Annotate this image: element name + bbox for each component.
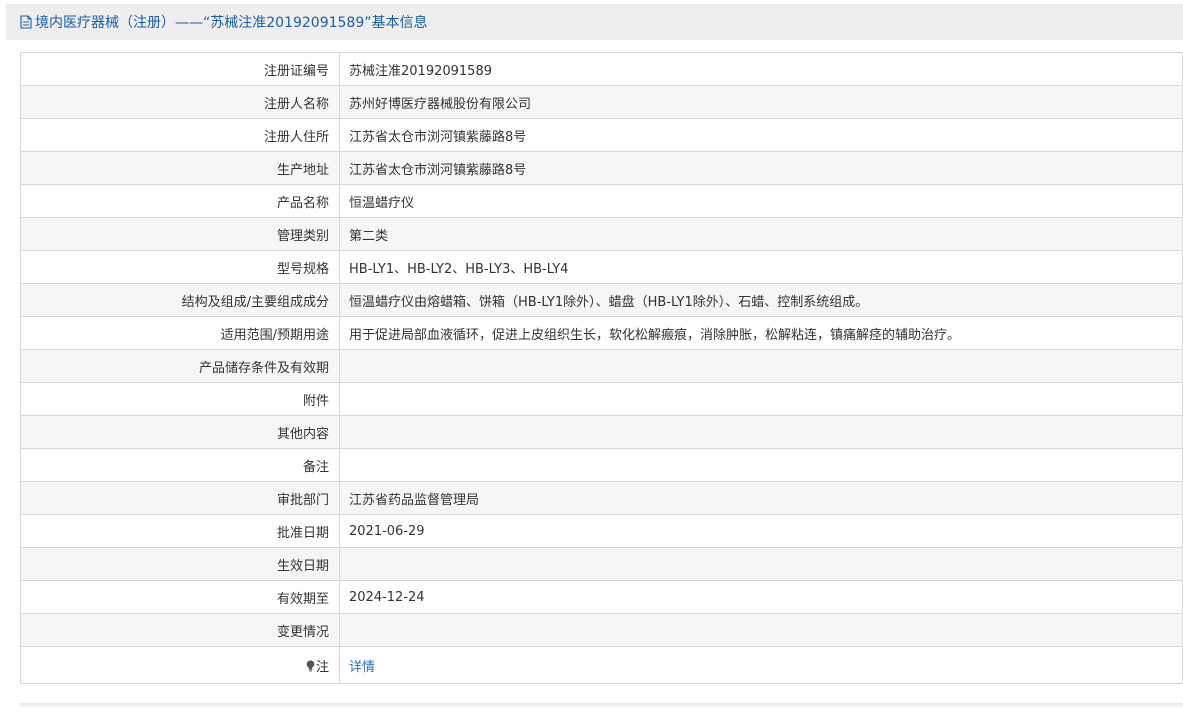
note-label: 注 [315, 659, 329, 675]
table-row: 注册人住所 江苏省太仓市浏河镇紫藤路8号 [20, 118, 1183, 152]
info-table: 注册证编号 苏械注准20192091589 注册人名称 苏州好博医疗器械股份有限公司注… [20, 52, 1183, 684]
field-label: 生效日期 [20, 547, 340, 581]
detail-link[interactable]: 详情 [349, 660, 375, 675]
note-value-cell: 详情 [339, 646, 1183, 684]
field-label: 管理类别 [20, 217, 340, 251]
table-row: 型号规格 HB-LY1、HB-LY2、HB-LY3、HB-LY4 [20, 250, 1183, 284]
note-row: 注 详情 [20, 646, 1183, 684]
field-value [339, 547, 1183, 581]
field-label: 注册证编号 [20, 52, 340, 86]
field-label: 审批部门 [20, 481, 340, 515]
field-value: 恒温蜡疗仪由熔蜡箱、饼箱（HB-LY1除外）、蜡盘（HB-LY1除外）、石蜡、控… [339, 283, 1183, 317]
field-value: 苏械注准20192091589 [339, 52, 1183, 86]
field-value [339, 349, 1183, 383]
field-label: 生产地址 [20, 151, 340, 185]
field-label: 注册人名称 [20, 85, 340, 119]
table-row: 生效日期 [20, 547, 1183, 581]
table-row: 产品储存条件及有效期 [20, 349, 1183, 383]
table-row: 结构及组成/主要组成成分 恒温蜡疗仪由熔蜡箱、饼箱（HB-LY1除外）、蜡盘（HB… [20, 283, 1183, 317]
field-label: 批准日期 [20, 514, 340, 548]
field-value: 江苏省药品监督管理局 [339, 481, 1183, 515]
field-value: 用于促进局部血液循环，促进上皮组织生长，软化松解瘢痕，消除肿胀，松解粘连，镇痛解… [339, 316, 1183, 350]
field-value [339, 613, 1183, 647]
field-value: 恒温蜡疗仪 [339, 184, 1183, 218]
note-label-cell: 注 [20, 646, 340, 684]
table-row: 审批部门 江苏省药品监督管理局 [20, 481, 1183, 515]
document-icon [20, 15, 32, 29]
field-label: 产品名称 [20, 184, 340, 218]
field-label: 产品储存条件及有效期 [20, 349, 340, 383]
page-title: 境内医疗器械（注册）——“苏械注准20192091589”基本信息 [35, 15, 428, 31]
field-value [339, 448, 1183, 482]
page: 境内医疗器械（注册）——“苏械注准20192091589”基本信息 注册证编号苏… [0, 0, 1183, 718]
table-row: 有效期至 2024-12-24 [20, 580, 1183, 614]
table-row: 产品名称 恒温蜡疗仪 [20, 184, 1183, 218]
field-label: 注册人住所 [20, 118, 340, 152]
info-table-body: 注册证编号 苏械注准20192091589 注册人名称 苏州好博医疗器械股份有限公司注… [20, 52, 1183, 684]
table-row: 注册证编号 苏械注准20192091589 [20, 52, 1183, 86]
table-row: 生产地址 江苏省太仓市浏河镇紫藤路8号 [20, 151, 1183, 185]
field-label: 型号规格 [20, 250, 340, 284]
table-row: 管理类别 第二类 [20, 217, 1183, 251]
field-value: HB-LY1、HB-LY2、HB-LY3、HB-LY4 [339, 250, 1183, 284]
field-value: 江苏省太仓市浏河镇紫藤路8号 [339, 151, 1183, 185]
field-label: 备注 [20, 448, 340, 482]
field-value: 第二类 [339, 217, 1183, 251]
table-row: 其他内容 [20, 415, 1183, 449]
field-value [339, 382, 1183, 416]
table-row: 批准日期 2021-06-29 [20, 514, 1183, 548]
field-label: 其他内容 [20, 415, 340, 449]
table-row: 附件 [20, 382, 1183, 416]
field-value: 江苏省太仓市浏河镇紫藤路8号 [339, 118, 1183, 152]
table-row: 变更情况 [20, 613, 1183, 647]
field-label: 附件 [20, 382, 340, 416]
page-title-bar: 境内医疗器械（注册）——“苏械注准20192091589”基本信息 [6, 4, 1183, 40]
lightbulb-icon [306, 659, 315, 671]
field-label: 有效期至 [20, 580, 340, 614]
field-label: 结构及组成/主要组成成分 [20, 283, 340, 317]
field-value: 2021-06-29 [339, 514, 1183, 548]
table-row: 适用范围/预期用途 用于促进局部血液循环，促进上皮组织生长，软化松解瘢痕，消除肿胀… [20, 316, 1183, 350]
table-row: 注册人名称 苏州好博医疗器械股份有限公司 [20, 85, 1183, 119]
field-value: 苏州好博医疗器械股份有限公司 [339, 85, 1183, 119]
field-label: 适用范围/预期用途 [20, 316, 340, 350]
table-row: 备注 [20, 448, 1183, 482]
table-bottom-shadow [20, 703, 1183, 709]
field-value: 2024-12-24 [339, 580, 1183, 614]
field-label: 变更情况 [20, 613, 340, 647]
field-value [339, 415, 1183, 449]
